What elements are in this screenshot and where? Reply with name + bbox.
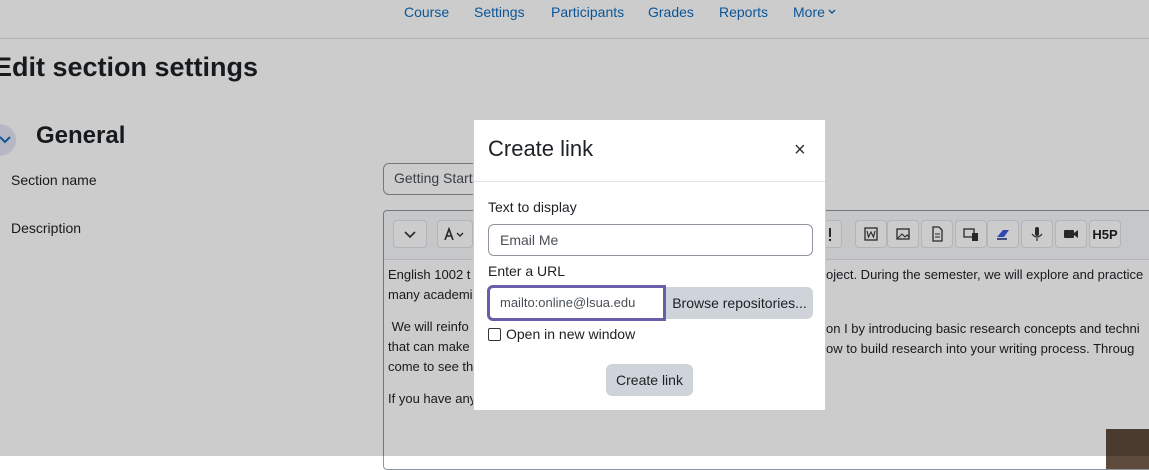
create-link-button[interactable]: Create link — [606, 364, 693, 396]
url-input[interactable]: mailto:online@lsua.edu — [487, 285, 666, 321]
url-label: Enter a URL — [488, 263, 566, 279]
modal-header: Create link × — [474, 120, 825, 182]
open-new-window-checkbox[interactable] — [488, 328, 501, 341]
close-icon[interactable]: × — [794, 140, 806, 160]
create-link-dialog: Create link × Text to display Email Me E… — [473, 119, 826, 411]
page: Course Settings Participants Grades Repo… — [0, 0, 1149, 470]
browse-repositories-button[interactable]: Browse repositories... — [666, 287, 813, 319]
text-to-display-input[interactable]: Email Me — [488, 224, 813, 256]
text-to-display-label: Text to display — [488, 199, 577, 215]
open-new-window-label[interactable]: Open in new window — [506, 326, 635, 342]
modal-title: Create link — [488, 136, 594, 161]
